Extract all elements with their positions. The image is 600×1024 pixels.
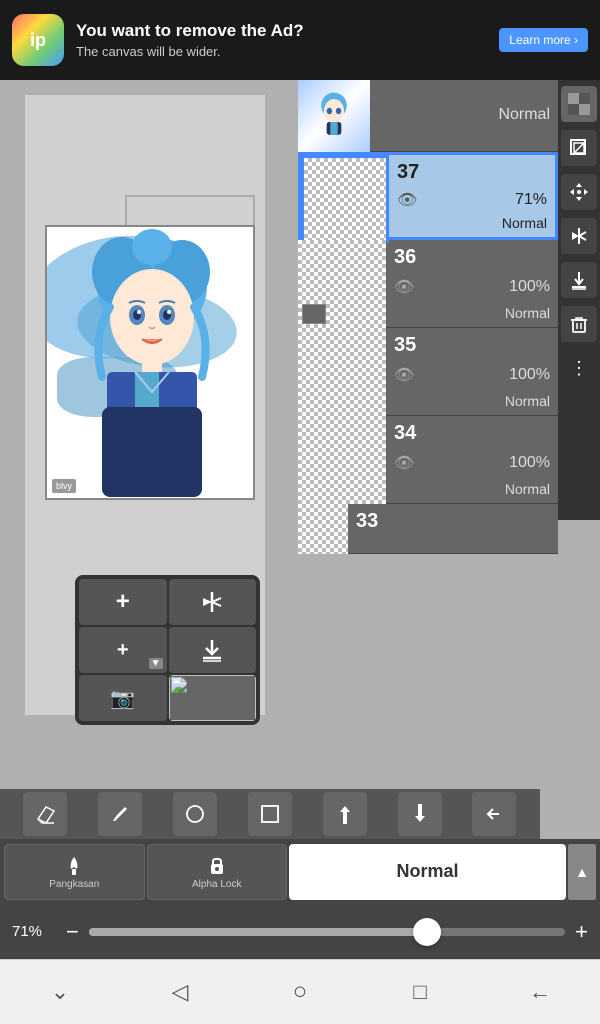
back-arrow-tool[interactable]: [472, 792, 516, 836]
layer-thumb-37: [301, 155, 389, 243]
layer-info-34: 34 👁 100% Normal: [386, 416, 558, 503]
drawing-toolbar: [0, 789, 540, 839]
nav-recents-button[interactable]: □: [395, 967, 445, 1017]
opacity-value: 71%: [12, 923, 56, 940]
eraser-tool[interactable]: [23, 792, 67, 836]
opacity-decrease-button[interactable]: −: [66, 919, 79, 945]
rect-selection-tool[interactable]: [248, 792, 292, 836]
layer-thumb-34: [298, 416, 386, 504]
layer-info-33: 33: [348, 504, 558, 553]
ad-banner: ip You want to remove the Ad? The canvas…: [0, 0, 600, 80]
layer-thumb-35: [298, 328, 386, 416]
pangkasan-icon: [62, 853, 86, 877]
alpha-lock-icon: [205, 853, 229, 877]
layer-item-36[interactable]: 36 👁 100% Normal: [298, 240, 558, 328]
bottom-tools-panel: + + ▼ 📷: [75, 575, 260, 725]
ad-title: You want to remove the Ad?: [76, 21, 487, 41]
layer-reference-button[interactable]: [561, 130, 597, 166]
merge-down-button[interactable]: [561, 262, 597, 298]
ad-icon: ip: [12, 14, 64, 66]
expand-arrow-icon: ▲: [575, 864, 589, 880]
nav-down-button[interactable]: ⌄: [35, 967, 85, 1017]
eye-icon: 👁: [394, 365, 414, 385]
blend-mode-expand-button[interactable]: ▲: [568, 844, 596, 900]
nav-arrow-button[interactable]: ←: [515, 967, 565, 1017]
right-toolbar: ⋮: [558, 80, 600, 520]
alpha-lock-label: Alpha Lock: [192, 879, 241, 890]
nav-back-button[interactable]: ◁: [155, 967, 205, 1017]
opacity-bar: 71% − +: [0, 904, 600, 959]
brush-tool[interactable]: [98, 792, 142, 836]
canvas-drawing[interactable]: blvy: [45, 225, 255, 500]
move-up-tool[interactable]: [323, 792, 367, 836]
move-button[interactable]: [561, 174, 597, 210]
add-layer-below-button[interactable]: + ▼: [79, 627, 167, 673]
layer-info-36: 36 👁 100% Normal: [386, 240, 558, 327]
layer-item-34[interactable]: 34 👁 100% Normal: [298, 416, 558, 504]
checkerboard-button[interactable]: [561, 86, 597, 122]
blend-mode-label: Normal: [396, 861, 458, 882]
ad-subtitle: The canvas will be wider.: [76, 44, 487, 59]
pangkasan-label: Pangkasan: [49, 879, 99, 890]
nav-home-button[interactable]: ○: [275, 967, 325, 1017]
more-options-button[interactable]: ⋮: [561, 350, 597, 386]
layer-item-33[interactable]: 33: [298, 504, 558, 554]
layer-item[interactable]: Normal: [298, 80, 558, 152]
eye-icon: 👁: [394, 453, 414, 473]
opacity-slider-track[interactable]: [89, 928, 565, 936]
layer-thumb: [298, 80, 370, 152]
layer-item-35[interactable]: 35 👁 100% Normal: [298, 328, 558, 416]
pangkasan-button[interactable]: Pangkasan: [4, 844, 145, 900]
move-down-tool[interactable]: [398, 792, 442, 836]
flip-layer-button[interactable]: [169, 579, 257, 625]
eye-icon: 👁: [397, 190, 417, 210]
bottom-navigation: ⌄ ◁ ○ □ ←: [0, 959, 600, 1024]
layer-info-35: 35 👁 100% Normal: [386, 328, 558, 415]
ad-icon-text: ip: [30, 30, 46, 51]
layer-thumb-33: [298, 504, 348, 554]
layer-thumb-36: [298, 240, 386, 328]
merge-layer-button[interactable]: [169, 627, 257, 673]
circle-selection-tool[interactable]: [173, 792, 217, 836]
action-bar: Pangkasan Alpha Lock Normal ▲: [0, 839, 600, 904]
flip-button[interactable]: [561, 218, 597, 254]
watermark: blvy: [52, 479, 76, 493]
blend-mode-button[interactable]: Normal: [289, 844, 566, 900]
layer-panel[interactable]: Normal 37 👁 71% Normal: [298, 80, 558, 680]
layer-info: Normal: [370, 80, 558, 151]
delete-layer-button[interactable]: [561, 306, 597, 342]
camera-button[interactable]: 📷: [79, 675, 167, 721]
alpha-lock-button[interactable]: Alpha Lock: [147, 844, 288, 900]
opacity-increase-button[interactable]: +: [575, 919, 588, 945]
opacity-slider-handle[interactable]: [413, 918, 441, 946]
layer-item-37[interactable]: 37 👁 71% Normal: [298, 152, 558, 240]
layer-info-37: 37 👁 71% Normal: [389, 155, 555, 237]
add-layer-button[interactable]: +: [79, 579, 167, 625]
ad-learn-more-button[interactable]: Learn more ›: [499, 28, 588, 52]
eye-icon: 👁: [394, 277, 414, 297]
ad-text: You want to remove the Ad? The canvas wi…: [76, 21, 487, 58]
